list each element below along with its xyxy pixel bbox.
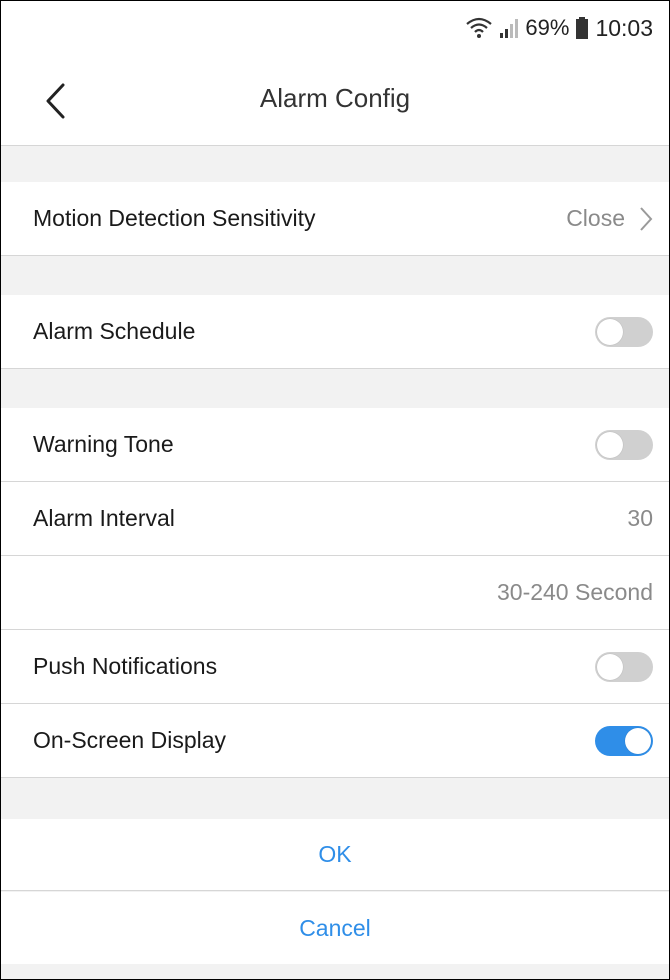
status-bar: 69% 10:03 — [1, 1, 669, 61]
alarm-schedule-row: Alarm Schedule — [1, 295, 669, 369]
clock: 10:03 — [595, 14, 653, 41]
ok-button[interactable]: OK — [1, 819, 669, 891]
warning-tone-label: Warning Tone — [33, 431, 174, 457]
motion-detection-value-group: Close — [566, 205, 653, 232]
push-notifications-label: Push Notifications — [33, 653, 218, 679]
alarm-interval-label: Alarm Interval — [33, 505, 175, 531]
motion-detection-value: Close — [566, 205, 625, 231]
alarm-interval-hint-row: 30-240 Second — [1, 556, 669, 630]
alarm-schedule-toggle[interactable] — [595, 316, 653, 347]
on-screen-display-label: On-Screen Display — [33, 727, 227, 753]
warning-tone-toggle[interactable] — [595, 429, 653, 460]
page-title: Alarm Config — [259, 83, 411, 113]
cancel-button[interactable]: Cancel — [1, 892, 669, 964]
push-notifications-toggle[interactable] — [595, 651, 653, 682]
toggle-knob — [597, 318, 623, 345]
toggle-knob — [625, 727, 651, 754]
toggle-knob — [597, 431, 623, 458]
on-screen-display-row: On-Screen Display — [1, 704, 669, 778]
alarm-interval-hint: 30-240 Second — [496, 579, 653, 605]
alarm-interval-value[interactable]: 30 — [627, 505, 653, 532]
toggle-knob — [597, 653, 623, 680]
battery-icon — [575, 17, 589, 39]
wifi-icon — [465, 17, 493, 39]
alarm-interval-row[interactable]: Alarm Interval 30 — [1, 482, 669, 556]
warning-tone-row: Warning Tone — [1, 408, 669, 482]
motion-detection-label: Motion Detection Sensitivity — [33, 205, 316, 231]
on-screen-display-toggle[interactable] — [595, 725, 653, 756]
motion-detection-row[interactable]: Motion Detection Sensitivity Close — [1, 182, 669, 256]
alarm-schedule-label: Alarm Schedule — [33, 318, 196, 344]
app-screen: 69% 10:03 Alarm Config Motion Detection … — [0, 0, 670, 980]
signal-icon — [499, 17, 519, 39]
push-notifications-row: Push Notifications — [1, 630, 669, 704]
battery-percent: 69% — [525, 15, 570, 40]
chevron-right-icon — [640, 206, 653, 231]
nav-header: Alarm Config — [1, 61, 669, 146]
